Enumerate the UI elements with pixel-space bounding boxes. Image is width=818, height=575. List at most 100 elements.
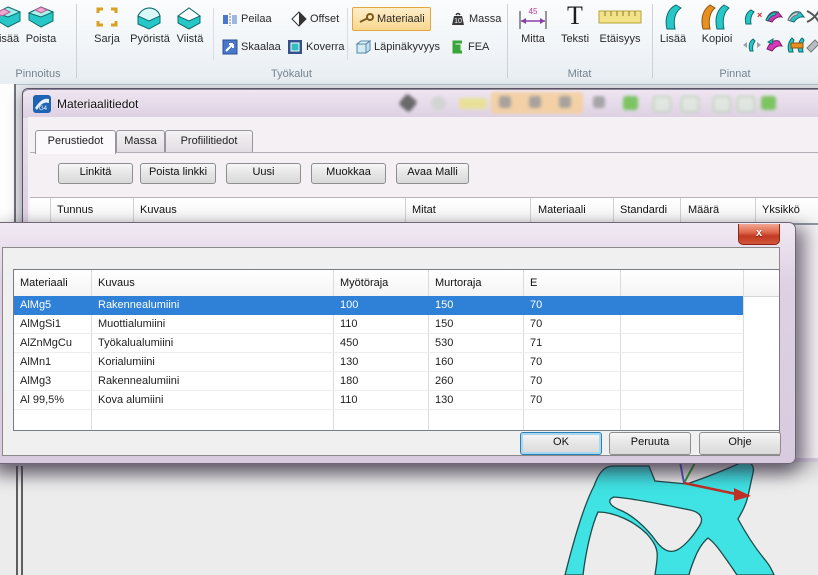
- offset-icon: [291, 11, 307, 27]
- scale-icon: [222, 39, 238, 55]
- ribbon: Lisää Poista Pinnoitus Sarja Pyöristä Vi…: [0, 0, 818, 85]
- ribbon-button-etaisyys[interactable]: Etäisyys: [592, 33, 648, 46]
- column-header-maara[interactable]: Määrä: [688, 204, 719, 216]
- column-header-materiaali[interactable]: Materiaali: [20, 277, 68, 289]
- materials-link-table-header: Tunnus Kuvaus Mitat Materiaali Standardi…: [30, 197, 818, 225]
- tab-perustiedot[interactable]: Perustiedot: [35, 130, 116, 154]
- ribbon-button-offset[interactable]: Offset: [291, 9, 339, 29]
- add-surface-icon[interactable]: [662, 3, 686, 34]
- dimension-icon[interactable]: 45: [517, 5, 549, 34]
- window-frame-line: [21, 466, 23, 575]
- column-header-e[interactable]: E: [530, 277, 537, 289]
- ok-button[interactable]: OK: [520, 432, 602, 455]
- table-row[interactable]: AlMn1 Korialumiini 130 160 70: [14, 353, 779, 372]
- shell-arrow-icon[interactable]: [764, 36, 784, 57]
- ribbon-button-poista[interactable]: Poista: [20, 33, 62, 46]
- ribbon-button-materiaali[interactable]: Materiaali: [352, 7, 431, 31]
- ghost-screw-icon: [559, 96, 571, 108]
- ribbon-button-koverra[interactable]: Koverra: [287, 37, 345, 57]
- svg-text:×: ×: [757, 10, 762, 20]
- mass-weight-icon: 10: [450, 11, 466, 27]
- tab-profiilitiedot[interactable]: Profiilitiedot: [165, 130, 253, 153]
- peruuta-button[interactable]: Peruuta: [609, 432, 691, 455]
- dialog-title: Materiaalitiedot: [57, 97, 138, 111]
- copy-surface-icon[interactable]: [698, 3, 736, 34]
- wedge-icon[interactable]: [806, 36, 818, 57]
- mirror-icon: [222, 11, 238, 27]
- column-header-mitat[interactable]: Mitat: [412, 204, 436, 216]
- ribbon-button-viista[interactable]: Viistä: [168, 33, 212, 46]
- application-window: Lisää Poista Pinnoitus Sarja Pyöristä Vi…: [0, 0, 818, 575]
- ghost-screw-icon: [499, 96, 511, 108]
- ghost-pencil-icon: [398, 93, 418, 113]
- fillet-icon[interactable]: [134, 4, 164, 33]
- column-header-standardi[interactable]: Standardi: [620, 204, 667, 216]
- table-row[interactable]: Al 99,5% Kova alumiini 110 130 70: [14, 391, 779, 410]
- shell-pink-icon[interactable]: [764, 8, 784, 29]
- tab-panel-border: [30, 152, 818, 153]
- ribbon-button-lapinakyvyys[interactable]: Läpinäkyvyys: [355, 37, 440, 57]
- column-header-kuvaus[interactable]: Kuvaus: [140, 204, 177, 216]
- ribbon-button-peilaa[interactable]: Peilaa: [222, 9, 272, 29]
- add-coating-icon[interactable]: [0, 3, 22, 32]
- group-label-tyokalut: Työkalut: [76, 68, 507, 82]
- column-header-murtoraja[interactable]: Murtoraja: [435, 277, 481, 289]
- table-row[interactable]: AlZnMgCu Työkalualumiini 450 530 71: [14, 334, 779, 353]
- transparency-cube-icon: [355, 39, 371, 55]
- sub-separator: [213, 8, 214, 60]
- text-tool-icon[interactable]: T: [562, 1, 588, 31]
- shell-teal-icon[interactable]: [786, 8, 806, 29]
- column-header-kuvaus[interactable]: Kuvaus: [98, 277, 135, 289]
- delete-surface-icon[interactable]: ×: [742, 8, 762, 29]
- table-row-selected[interactable]: AlMg5 Rakennealumiini 100 150 70: [14, 296, 743, 315]
- uusi-button[interactable]: Uusi: [226, 163, 301, 184]
- ghost-pill-icon: [459, 98, 487, 109]
- group-separator: [76, 4, 77, 78]
- series-icon[interactable]: [92, 4, 122, 33]
- muokkaa-button[interactable]: Muokkaa: [311, 163, 386, 184]
- clamp-surfaces-icon[interactable]: [786, 36, 806, 57]
- ribbon-button-kopioi[interactable]: Kopioi: [694, 33, 740, 46]
- linkita-button[interactable]: Linkitä: [58, 163, 133, 184]
- avaa-malli-button[interactable]: Avaa Malli: [396, 163, 469, 184]
- distance-ruler-icon[interactable]: [598, 8, 642, 28]
- chamfer-icon[interactable]: [174, 4, 204, 33]
- surface-arrows-icon[interactable]: [742, 36, 762, 57]
- ribbon-button-lisaa-pinnat[interactable]: Lisää: [652, 33, 694, 46]
- ribbon-button-skaalaa[interactable]: Skaalaa: [222, 37, 281, 57]
- column-header-tunnus[interactable]: Tunnus: [57, 204, 93, 216]
- group-label-pinnoitus: Pinnoitus: [0, 68, 76, 82]
- sub-separator: [347, 8, 348, 60]
- group-label-mitat: Mitat: [507, 68, 652, 82]
- ribbon-button-massa[interactable]: 10 Massa: [450, 9, 501, 29]
- poista-linkki-button[interactable]: Poista linkki: [140, 163, 216, 184]
- ghost-screw-icon: [529, 96, 541, 108]
- table-header-row: Materiaali Kuvaus Myötöraja Murtoraja E: [14, 270, 779, 297]
- table-row[interactable]: AlMgSi1 Muottialumiini 110 150 70: [14, 315, 779, 334]
- group-label-pinnat: Pinnat: [652, 68, 818, 82]
- remove-coating-icon[interactable]: [26, 3, 56, 32]
- column-header-materiaali[interactable]: Materiaali: [538, 204, 586, 216]
- table-row[interactable]: AlMg3 Rakennealumiini 180 260 70: [14, 372, 779, 391]
- ribbon-button-mitta[interactable]: Mitta: [512, 33, 554, 46]
- ghost-green-square-icon: [761, 96, 776, 110]
- hollow-icon: [287, 39, 303, 55]
- material-key-icon: [358, 11, 374, 27]
- tab-massa[interactable]: Massa: [116, 130, 165, 153]
- svg-text:G4: G4: [39, 106, 48, 112]
- ghost-pale-square-icon: [653, 96, 671, 112]
- ghost-screw-icon: [593, 96, 605, 108]
- column-header-myotoraja[interactable]: Myötöraja: [340, 277, 388, 289]
- fea-clamp-icon: [449, 39, 465, 55]
- column-header-yksikko[interactable]: Yksikkö: [762, 204, 800, 216]
- ribbon-button-sarja[interactable]: Sarja: [86, 33, 128, 46]
- ohje-button[interactable]: Ohje: [699, 432, 781, 455]
- trim-icon[interactable]: [806, 8, 818, 29]
- close-icon[interactable]: x: [738, 224, 780, 245]
- window-frame-line: [16, 466, 18, 575]
- ghost-green-square-icon: [623, 96, 638, 110]
- dialog-titlebar[interactable]: G4 Materiaalitiedot: [23, 89, 818, 118]
- ribbon-button-fea[interactable]: FEA: [449, 37, 489, 57]
- materials-table: Materiaali Kuvaus Myötöraja Murtoraja E …: [13, 269, 780, 431]
- svg-text:45: 45: [529, 7, 538, 16]
